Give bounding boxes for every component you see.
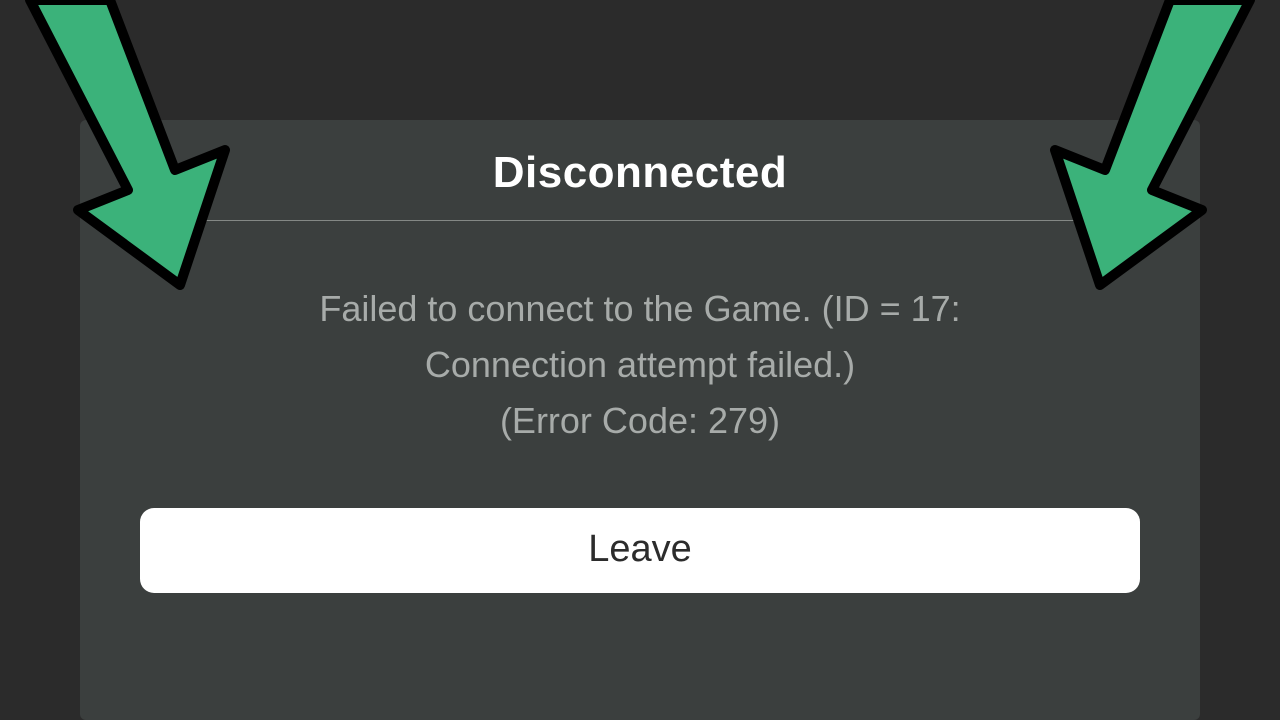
dialog-message-line3: (Error Code: 279) [170,393,1110,449]
error-screen: Disconnected Failed to connect to the Ga… [0,0,1280,720]
disconnected-dialog: Disconnected Failed to connect to the Ga… [80,120,1200,720]
leave-button[interactable]: Leave [140,508,1140,593]
dialog-message-line2: Connection attempt failed.) [170,337,1110,393]
dialog-message: Failed to connect to the Game. (ID = 17:… [170,281,1110,448]
dialog-title: Disconnected [140,148,1140,220]
dialog-message-line1: Failed to connect to the Game. (ID = 17: [170,281,1110,337]
dialog-divider [140,220,1140,221]
